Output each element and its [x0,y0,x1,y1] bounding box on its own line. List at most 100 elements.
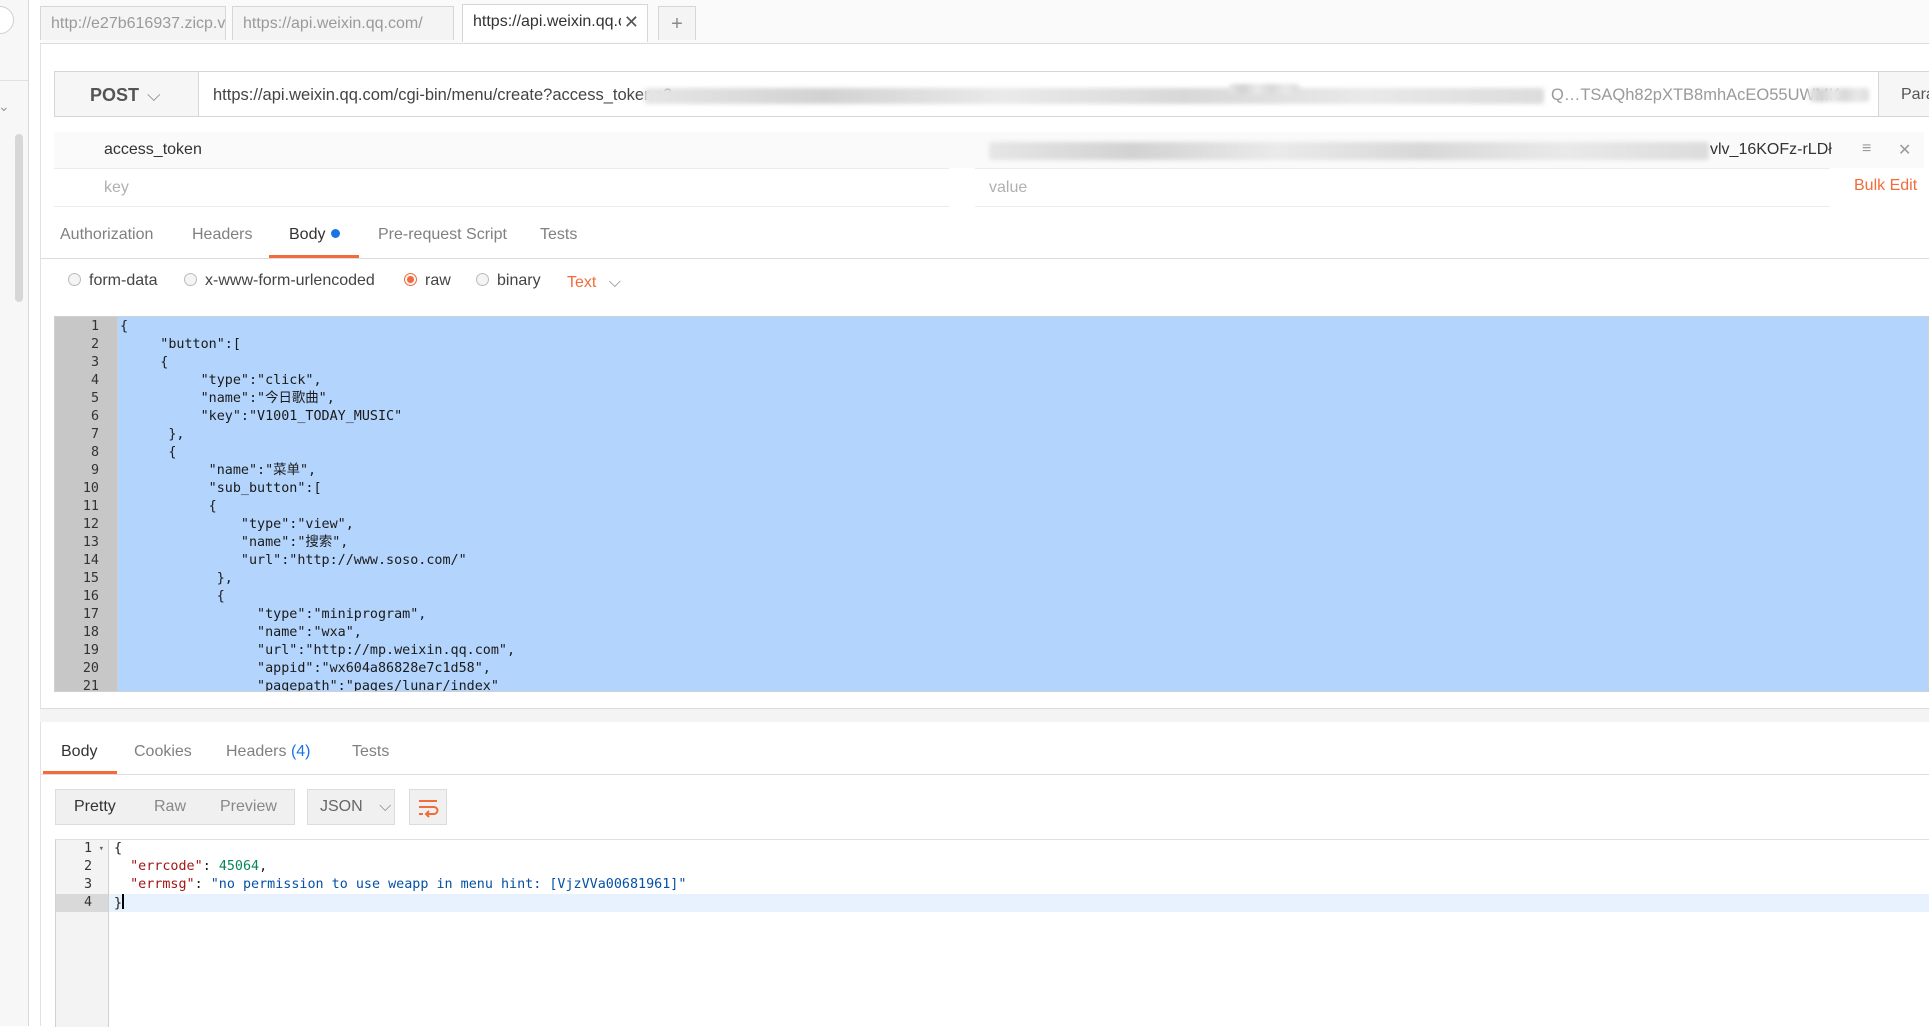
pretty-button[interactable]: Pretty [74,790,116,824]
body-type-options: form-data x-www-form-urlencoded raw bina… [60,266,760,296]
preview-button[interactable]: Preview [220,790,277,824]
wrap-lines-button[interactable] [409,789,447,825]
sidebar-scrollbar[interactable] [15,134,23,302]
format-label: JSON [320,798,363,815]
code-line: "name":"今日歌曲", [120,391,335,406]
code-line: "type":"miniprogram", [120,607,427,622]
line-number: 6 [90,409,99,424]
line-number: 3 [90,355,99,370]
tab-authorization[interactable]: Authorization [60,226,153,244]
code-line: "name":"wxa", [120,625,362,640]
raw-type-select[interactable]: Text ⌵ [567,274,621,292]
request-tab-1[interactable]: http://e27b616937.zicp.vip [40,6,226,40]
resp-tab-headers-label: Headers [226,743,287,760]
code-line: "url":"http://www.soso.com/" [120,553,467,568]
params-button[interactable]: Params [1878,71,1929,117]
request-tab-2[interactable]: https://api.weixin.qq.com/ [232,6,454,40]
active-line-highlight [109,894,1929,912]
divider [975,206,1830,207]
tab-body[interactable]: Body [289,226,341,244]
new-tab-button[interactable]: + [658,6,696,40]
resp-tab-cookies[interactable]: Cookies [134,743,192,761]
radio-form-data[interactable]: form-data [68,272,157,290]
line-number: 19 [82,643,99,658]
text-caret [122,894,125,909]
line-number: 10 [82,481,99,496]
line-number: 13 [82,535,99,550]
errmsg-key: "errmsg" [130,877,195,892]
request-tab-3-active[interactable]: https://api.weixin.qq.cc ✕ [462,4,648,42]
radio-label: x-www-form-urlencoded [205,272,375,289]
redacted-url-blur [1809,88,1869,102]
response-panel: Body Cookies Headers (4) Tests Pretty Ra… [40,722,1929,1027]
tab-label: http://e27b616937.zicp.vip [51,15,226,32]
body-code-editor[interactable]: 1 {2 "button":[3 {4 "type":"click", 5 "nam… [54,316,1929,692]
tab-tests[interactable]: Tests [540,226,577,244]
response-body-viewer[interactable]: 1 ▾ 2 3 4 { "errcode": 45064, "errmsg": … [55,839,1929,1027]
tab-label: https://api.weixin.qq.cc [473,13,621,30]
wrap-icon [419,800,439,818]
redacted-url-blur [644,88,1544,104]
radio-label: binary [497,272,541,289]
close-tab-icon[interactable]: ✕ [624,5,639,39]
tab-pre-request-script[interactable]: Pre-request Script [378,226,507,244]
tab-headers[interactable]: Headers [192,226,252,244]
code-line: }, [120,571,233,586]
code-line: { [120,499,217,514]
line-number: 2 [90,337,99,352]
line-number: 17 [82,607,99,622]
line-number: 20 [82,661,99,676]
sidebar-circle-button[interactable] [0,6,14,34]
menu-icon[interactable]: ≡ [1862,140,1871,158]
code-line: "name":"菜单", [120,463,317,478]
url-text: https://api.weixin.qq.com/cgi-bin/menu/c… [213,86,673,104]
brace: { [114,841,123,856]
code-line: { [120,355,169,370]
request-tabs: Authorization Headers Body Pre-request S… [40,210,1929,259]
errcode-key: "errcode" [130,859,203,874]
request-tab-bar: http://e27b616937.zicp.vip https://api.w… [40,0,1929,44]
radio-raw[interactable]: raw [404,272,451,290]
value-placeholder[interactable]: value [989,170,1027,206]
fold-arrow-icon[interactable]: ▾ [94,840,104,858]
chevron-down-icon[interactable]: ⌄ [0,98,10,115]
param-key[interactable]: access_token [104,132,202,168]
line-number: 1 [83,841,92,856]
resp-tab-headers[interactable]: Headers (4) [226,743,311,761]
left-sidebar-edge: ⌄ [0,0,29,1026]
json-line-4: } [114,894,125,913]
line-number: 16 [82,589,99,604]
line-number: 21 [82,679,99,692]
method-select[interactable]: POST ⌵ [54,71,199,117]
code-line: }, [120,427,185,442]
line-number: 5 [90,391,99,406]
url-row: POST ⌵ https://api.weixin.qq.com/cgi-bin… [54,71,1929,119]
raw-button[interactable]: Raw [154,790,186,824]
param-row: access_token vlv_16KOFz-rLDł [54,132,1924,168]
resp-tab-body[interactable]: Body [61,743,97,761]
divider [54,206,949,207]
code-line: { [120,445,177,460]
delete-row-icon[interactable]: ✕ [1898,140,1911,160]
radio-selected-icon [404,273,417,286]
param-value[interactable]: vlv_16KOFz-rLDł [1710,132,1832,168]
view-mode-group: Pretty Raw Preview [55,789,295,825]
radio-urlencoded[interactable]: x-www-form-urlencoded [184,272,375,290]
raw-type-label: Text [567,274,597,291]
code-line: "pagepath":"pages/lunar/index" [120,679,499,692]
line-number: 9 [90,463,99,478]
tab-label: https://api.weixin.qq.com/ [243,15,423,32]
radio-binary[interactable]: binary [476,272,541,290]
resp-tab-tests[interactable]: Tests [352,743,389,761]
code-line: "button":[ [120,337,241,352]
url-input[interactable]: https://api.weixin.qq.com/cgi-bin/menu/c… [198,71,1879,117]
line-number: 18 [82,625,99,640]
bulk-edit-link[interactable]: Bulk Edit [1854,177,1917,195]
key-placeholder[interactable]: key [104,170,129,206]
headers-count-badge: (4) [290,743,311,760]
line-number: 8 [90,445,99,460]
radio-label: raw [425,272,451,289]
code-line: { [120,319,129,334]
format-select[interactable]: JSON ⌵ [307,789,395,825]
json-line-errmsg: "errmsg": "no permission to use weapp in… [130,877,687,892]
